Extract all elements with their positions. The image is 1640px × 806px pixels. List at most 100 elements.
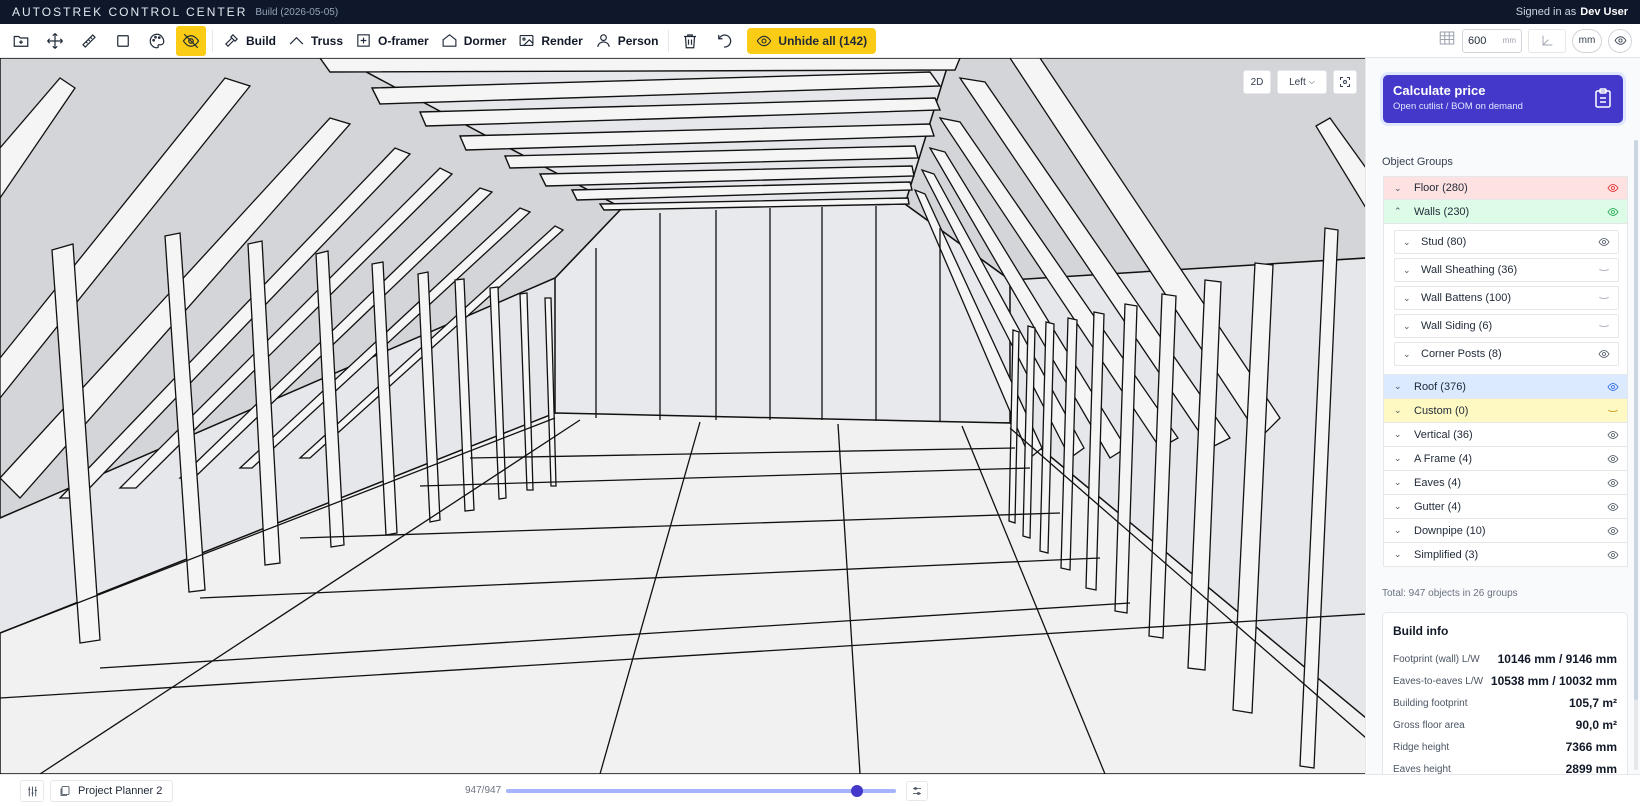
materials-button[interactable] (142, 26, 172, 56)
undo-button[interactable] (709, 26, 739, 56)
view-2d-toggle[interactable]: 2D (1243, 70, 1271, 94)
focus-view-button[interactable] (1333, 70, 1357, 94)
unhide-all-button[interactable]: Unhide all (142) (747, 27, 877, 54)
truss-label: Truss (311, 33, 344, 48)
ruler-icon (82, 33, 96, 48)
chevron-down-icon: ⌄ (1394, 405, 1402, 415)
move-button[interactable] (40, 26, 70, 56)
group-roof[interactable]: ⌄ Roof (376) (1383, 375, 1628, 399)
units-toggle[interactable]: mm (1572, 28, 1602, 53)
signed-in-status: Signed in as Dev User (1516, 6, 1628, 18)
calculate-price-button[interactable]: Calculate price Open cutlist / BOM on de… (1383, 75, 1623, 123)
eye-closed-icon[interactable] (1598, 292, 1610, 304)
group-vertical[interactable]: ⌄ Vertical (36) (1383, 423, 1628, 447)
person-label: Person (617, 33, 659, 48)
subgroup-wall-sheathing[interactable]: ⌄ Wall Sheathing (36) (1394, 258, 1619, 282)
visibility-slider-handle[interactable] (851, 785, 863, 797)
grid-toggle-button[interactable] (1438, 29, 1456, 52)
palette-icon (149, 33, 165, 48)
eaves-to-eaves-label: Eaves-to-eaves L/W (1393, 675, 1484, 687)
chevron-down-icon: ⌄ (1394, 525, 1402, 535)
eye-icon[interactable] (1607, 501, 1619, 513)
ridge-height-value: 7366 mm (1565, 740, 1617, 754)
grid-size-unit: mm (1502, 36, 1516, 45)
eye-icon[interactable] (1607, 525, 1619, 537)
grid-size-input[interactable]: 600 mm (1462, 28, 1522, 53)
truss-button[interactable]: Truss (282, 26, 349, 56)
square-icon (117, 34, 129, 47)
delete-button[interactable] (675, 26, 705, 56)
building-footprint-row: Building footprint 105,7 m² (1393, 692, 1617, 714)
visibility-slider[interactable] (506, 785, 896, 797)
visibility-toggle[interactable] (1608, 28, 1632, 53)
project-selector[interactable]: Project Planner 2 (50, 780, 174, 802)
group-eaves[interactable]: ⌄ Eaves (4) (1383, 471, 1628, 495)
eye-icon[interactable] (1607, 429, 1619, 441)
subgroup-corner-posts[interactable]: ⌄ Corner Posts (8) (1394, 342, 1619, 366)
gross-floor-area-value: 90,0 m² (1575, 718, 1617, 732)
new-folder-button[interactable] (6, 26, 36, 56)
render-label: Render (541, 33, 583, 48)
group-label: Custom (0) (1414, 404, 1469, 417)
group-simplified[interactable]: ⌄ Simplified (3) (1383, 543, 1628, 567)
camera-view-select[interactable]: Left ⌵ (1277, 70, 1327, 94)
sliders-icon (27, 786, 37, 796)
slider-options-button[interactable] (906, 781, 928, 801)
user-name[interactable]: Dev User (1580, 6, 1628, 18)
folder-plus-icon (13, 35, 29, 47)
build-info-card: Build info Footprint (wall) L/W 10146 mm… (1382, 612, 1628, 774)
subgroup-stud[interactable]: ⌄ Stud (80) (1394, 230, 1619, 254)
group-custom[interactable]: ⌄ Custom (0) (1383, 399, 1628, 423)
build-button[interactable]: Build (217, 26, 282, 56)
hide-objects-button[interactable] (176, 25, 206, 56)
eye-off-icon (182, 33, 200, 48)
group-walls[interactable]: ⌃ Walls (230) (1383, 200, 1628, 224)
eaves-to-eaves-row: Eaves-to-eaves L/W 10538 mm / 10032 mm (1393, 670, 1617, 692)
axis-icon (1542, 35, 1553, 45)
gross-floor-area-row: Gross floor area 90,0 m² (1393, 714, 1617, 736)
group-label: Floor (280) (1414, 182, 1468, 194)
grid-icon (1439, 31, 1455, 45)
visibility-slider-fill (506, 789, 896, 793)
group-floor[interactable]: ⌄ Floor (280) (1383, 176, 1628, 200)
project-icon (60, 786, 70, 796)
main-toolbar: Build Truss O-framer Dormer Render Perso… (0, 24, 1640, 58)
subgroup-label: Wall Battens (100) (1421, 292, 1512, 304)
group-label: Downpipe (10) (1414, 524, 1486, 537)
eye-icon[interactable] (1607, 549, 1619, 561)
eaves-to-eaves-value: 10538 mm / 10032 mm (1490, 674, 1617, 688)
attic-frame-render (0, 58, 1365, 774)
eye-closed-icon[interactable] (1598, 320, 1610, 332)
group-downpipe[interactable]: ⌄ Downpipe (10) (1383, 519, 1628, 543)
panel-scrollbar-thumb[interactable] (1634, 140, 1638, 700)
focus-icon (1340, 77, 1350, 87)
group-label: Simplified (3) (1414, 548, 1479, 561)
eye-icon[interactable] (1607, 206, 1619, 218)
subgroup-wall-battens[interactable]: ⌄ Wall Battens (100) (1394, 286, 1619, 310)
group-a-frame[interactable]: ⌄ A Frame (4) (1383, 447, 1628, 471)
dormer-button[interactable]: Dormer (435, 26, 513, 56)
measure-button[interactable] (74, 26, 104, 56)
eye-icon[interactable] (1598, 236, 1610, 248)
person-button[interactable]: Person (589, 26, 665, 56)
eye-icon[interactable] (1607, 477, 1619, 489)
chevron-down-icon: ⌄ (1394, 429, 1402, 439)
group-label: Walls (230) (1414, 205, 1470, 218)
3d-viewport[interactable]: 2D Left ⌵ (0, 58, 1366, 774)
axis-button[interactable] (1528, 28, 1566, 53)
render-button[interactable]: Render (512, 26, 588, 56)
eye-icon[interactable] (1607, 453, 1619, 465)
object-groups-list: ⌄ Floor (280) ⌃ Walls (230) ⌄ Stud (80) … (1383, 176, 1628, 567)
eye-icon[interactable] (1607, 381, 1619, 393)
eye-closed-icon[interactable] (1598, 264, 1610, 276)
select-box-button[interactable] (108, 26, 138, 56)
eye-icon[interactable] (1598, 348, 1610, 360)
settings-button[interactable] (20, 780, 44, 802)
eye-closed-icon[interactable] (1607, 405, 1619, 417)
subgroup-wall-siding[interactable]: ⌄ Wall Siding (6) (1394, 314, 1619, 338)
oframer-button[interactable]: O-framer (349, 26, 435, 56)
eye-icon[interactable] (1607, 182, 1619, 194)
chevron-down-icon: ⌄ (1394, 477, 1402, 487)
group-gutter[interactable]: ⌄ Gutter (4) (1383, 495, 1628, 519)
panel-scrollbar[interactable] (1634, 140, 1638, 770)
